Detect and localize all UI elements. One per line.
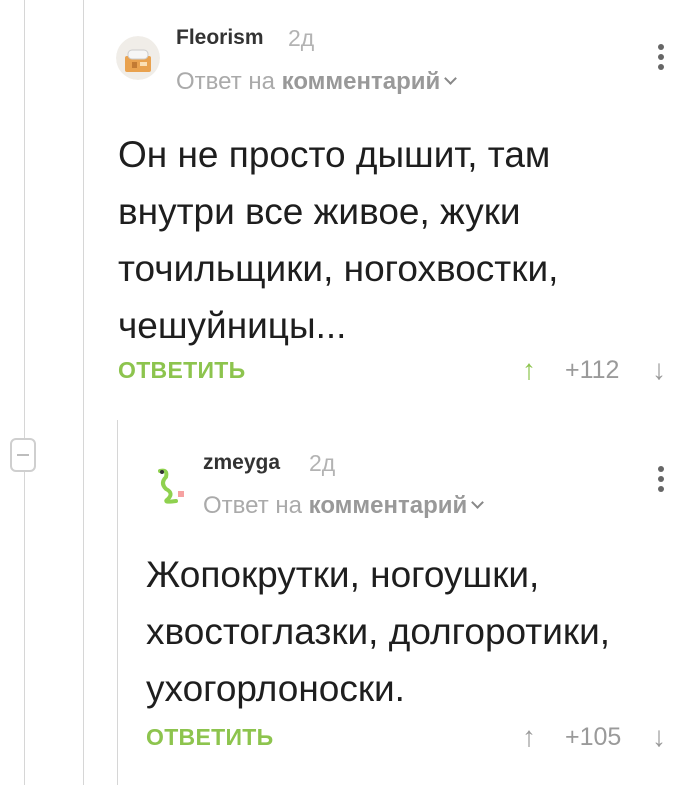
reply-to-line: Ответ на комментарий: [203, 492, 485, 520]
vote-up-icon[interactable]: ↑: [522, 354, 536, 386]
avatar-snake-icon: [146, 463, 190, 507]
vote-down-icon[interactable]: ↓: [652, 354, 666, 386]
more-options-button[interactable]: [657, 466, 665, 496]
reply-to-prefix: Ответ на: [203, 492, 302, 519]
reply-to-line: Ответ на комментарий: [176, 68, 458, 96]
dot-icon: [658, 476, 664, 482]
avatar[interactable]: [116, 36, 160, 80]
dot-icon: [658, 486, 664, 492]
reply-button[interactable]: ОТВЕТИТЬ: [118, 357, 245, 384]
collapse-thread-button[interactable]: [10, 438, 36, 472]
more-options-button[interactable]: [657, 44, 665, 74]
rating-value: +112: [565, 356, 620, 384]
dot-icon: [658, 466, 664, 472]
thread-line-outer: [24, 0, 25, 785]
dot-icon: [658, 54, 664, 60]
comment-time: 2д: [309, 450, 336, 476]
comment-text: Он не просто дышит, там внутри все живое…: [118, 134, 559, 346]
vote-up-icon[interactable]: ↑: [522, 721, 536, 753]
author-name[interactable]: zmeyga: [203, 451, 280, 475]
dot-icon: [658, 44, 664, 50]
avatar-bakery-icon: [116, 36, 160, 80]
chevron-down-icon[interactable]: [471, 496, 485, 509]
reply-to-prefix: Ответ на: [176, 68, 275, 95]
comment-time: 2д: [288, 25, 315, 51]
author-name[interactable]: Fleorism: [176, 26, 264, 50]
avatar[interactable]: [146, 463, 190, 507]
thread-line-level2: [117, 420, 118, 785]
dot-icon: [658, 64, 664, 70]
reply-button[interactable]: ОТВЕТИТЬ: [146, 724, 273, 751]
reply-to-link[interactable]: комментарий: [282, 68, 441, 95]
comment-text: Жопокрутки, ногоушки, хвостоглазки, долг…: [146, 554, 611, 709]
thread-line-level1: [83, 0, 84, 785]
reply-to-link[interactable]: комментарий: [309, 492, 468, 519]
vote-down-icon[interactable]: ↓: [652, 721, 666, 753]
chevron-down-icon[interactable]: [444, 72, 458, 85]
rating-value: +105: [565, 723, 622, 751]
